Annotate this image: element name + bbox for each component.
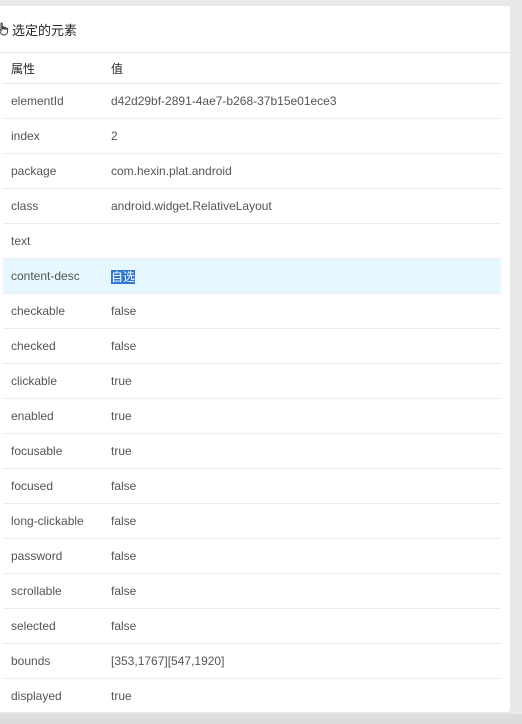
attribute-key: long-clickable: [11, 514, 84, 528]
table-row[interactable]: password false: [3, 539, 501, 574]
attribute-key: focusable: [11, 444, 63, 458]
attribute-value: false: [111, 304, 137, 318]
attribute-value: com.hexin.plat.android: [111, 164, 232, 178]
attribute-value: true: [111, 444, 132, 458]
attribute-value: 自选: [111, 268, 501, 285]
panel-header: 选定的元素: [0, 6, 510, 53]
attribute-value: true: [111, 374, 132, 388]
attribute-key: scrollable: [11, 584, 62, 598]
attribute-key: checkable: [11, 304, 66, 318]
attribute-value: false: [111, 584, 137, 598]
bottom-divider: [0, 714, 522, 724]
attribute-key: bounds: [11, 654, 51, 668]
attribute-key: elementId: [11, 94, 64, 108]
attribute-key: class: [11, 199, 39, 213]
attribute-key: text: [11, 234, 31, 248]
attribute-key: clickable: [11, 374, 58, 388]
table-row[interactable]: displayed true: [3, 679, 501, 712]
table-row[interactable]: text: [3, 224, 501, 259]
table-row[interactable]: enabled true: [3, 399, 501, 434]
attribute-value: true: [111, 689, 132, 703]
attribute-key: checked: [11, 339, 56, 353]
table-row[interactable]: selected false: [3, 609, 501, 644]
attribute-key: index: [11, 129, 40, 143]
table-row[interactable]: index 2: [3, 119, 501, 154]
table-header: 属性 值: [3, 53, 501, 84]
table-row[interactable]: bounds [353,1767][547,1920]: [3, 644, 501, 679]
table-row[interactable]: checkable false: [3, 294, 501, 329]
attribute-key: content-desc: [11, 269, 80, 283]
attribute-value: android.widget.RelativeLayout: [111, 199, 272, 213]
table-row[interactable]: focused false: [3, 469, 501, 504]
table-row[interactable]: elementId d42d29bf-2891-4ae7-b268-37b15e…: [3, 84, 501, 119]
attributes-table: 属性 值 elementId d42d29bf-2891-4ae7-b268-3…: [3, 53, 501, 712]
attribute-value: 2: [111, 129, 118, 143]
attribute-value: false: [111, 479, 137, 493]
table-row[interactable]: checked false: [3, 329, 501, 364]
header-attribute: 属性: [11, 61, 36, 76]
header-value: 值: [111, 61, 124, 76]
table-row[interactable]: package com.hexin.plat.android: [3, 154, 501, 189]
attribute-key: selected: [11, 619, 56, 633]
selected-text-highlight[interactable]: 自选: [111, 269, 136, 284]
attribute-value: false: [111, 514, 137, 528]
attribute-key: focused: [11, 479, 54, 493]
attribute-value: false: [111, 549, 137, 563]
table-row[interactable]: clickable true: [3, 364, 501, 399]
attribute-value: false: [111, 339, 137, 353]
attribute-value: [353,1767][547,1920]: [111, 654, 225, 668]
table-row[interactable]: long-clickable false: [3, 504, 501, 539]
attribute-value: false: [111, 619, 137, 633]
attribute-value: d42d29bf-2891-4ae7-b268-37b15e01ece3: [111, 94, 337, 108]
hand-pointer-icon: [0, 22, 10, 36]
attribute-key: displayed: [11, 689, 62, 703]
table-row[interactable]: focusable true: [3, 434, 501, 469]
attribute-key: password: [11, 549, 63, 563]
table-row-selected[interactable]: content-desc 自选: [3, 259, 501, 294]
attribute-key: package: [11, 164, 57, 178]
table-row[interactable]: scrollable false: [3, 574, 501, 609]
table-row[interactable]: class android.widget.RelativeLayout: [3, 189, 501, 224]
selected-element-panel: 选定的元素 属性 值 elementId d42d29bf-2891-4ae7-…: [0, 6, 511, 713]
attribute-key: enabled: [11, 409, 54, 423]
panel-title: 选定的元素: [12, 22, 78, 38]
attribute-value: true: [111, 409, 132, 423]
